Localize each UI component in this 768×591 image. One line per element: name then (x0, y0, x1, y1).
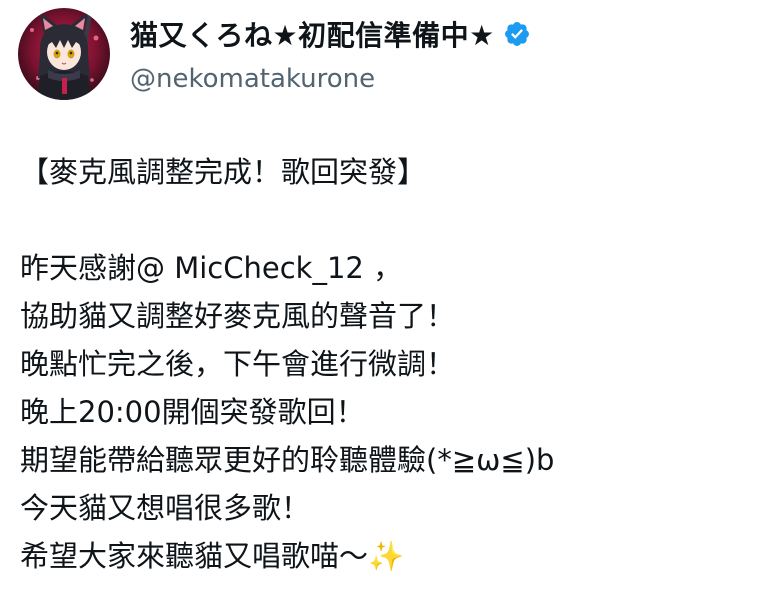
tweet-line-5: 晚點忙完之後，下午會進行微調！ (20, 347, 456, 381)
tweet-text: 【麥克風調整完成！歌回突發】 昨天感謝@ MicCheck_12 ， 協助貓又調… (20, 148, 750, 580)
author-display-name[interactable]: 猫又くろね★初配信準備中★ (130, 14, 495, 54)
tweet-line-1: 【麥克風調整完成！歌回突發】 (20, 155, 427, 189)
avatar[interactable] (18, 8, 110, 100)
tweet-line-8: 今天貓又想唱很多歌！ (20, 491, 311, 525)
author-handle[interactable]: @nekomatakurone (130, 64, 375, 94)
tweet-line-mention[interactable]: 昨天感謝@ MicCheck_12 ， (20, 244, 750, 292)
author-name-row[interactable]: 猫又くろね★初配信準備中★ (130, 14, 531, 54)
tweet-line-9: 希望大家來聽貓又唱歌喵～✨ (20, 539, 405, 573)
verified-badge-icon (503, 20, 531, 48)
tweet-line-7: 期望能帶給聽眾更好的聆聽體驗(*≧ω≦)b (20, 443, 555, 477)
avatar-image (18, 8, 110, 100)
tweet-header: 猫又くろね★初配信準備中★ @nekomatakurone (18, 8, 758, 104)
tweet-line-4: 協助貓又調整好麥克風的聲音了！ (20, 299, 456, 333)
tweet-line-6: 晚上20:00開個突發歌回！ (20, 395, 365, 429)
